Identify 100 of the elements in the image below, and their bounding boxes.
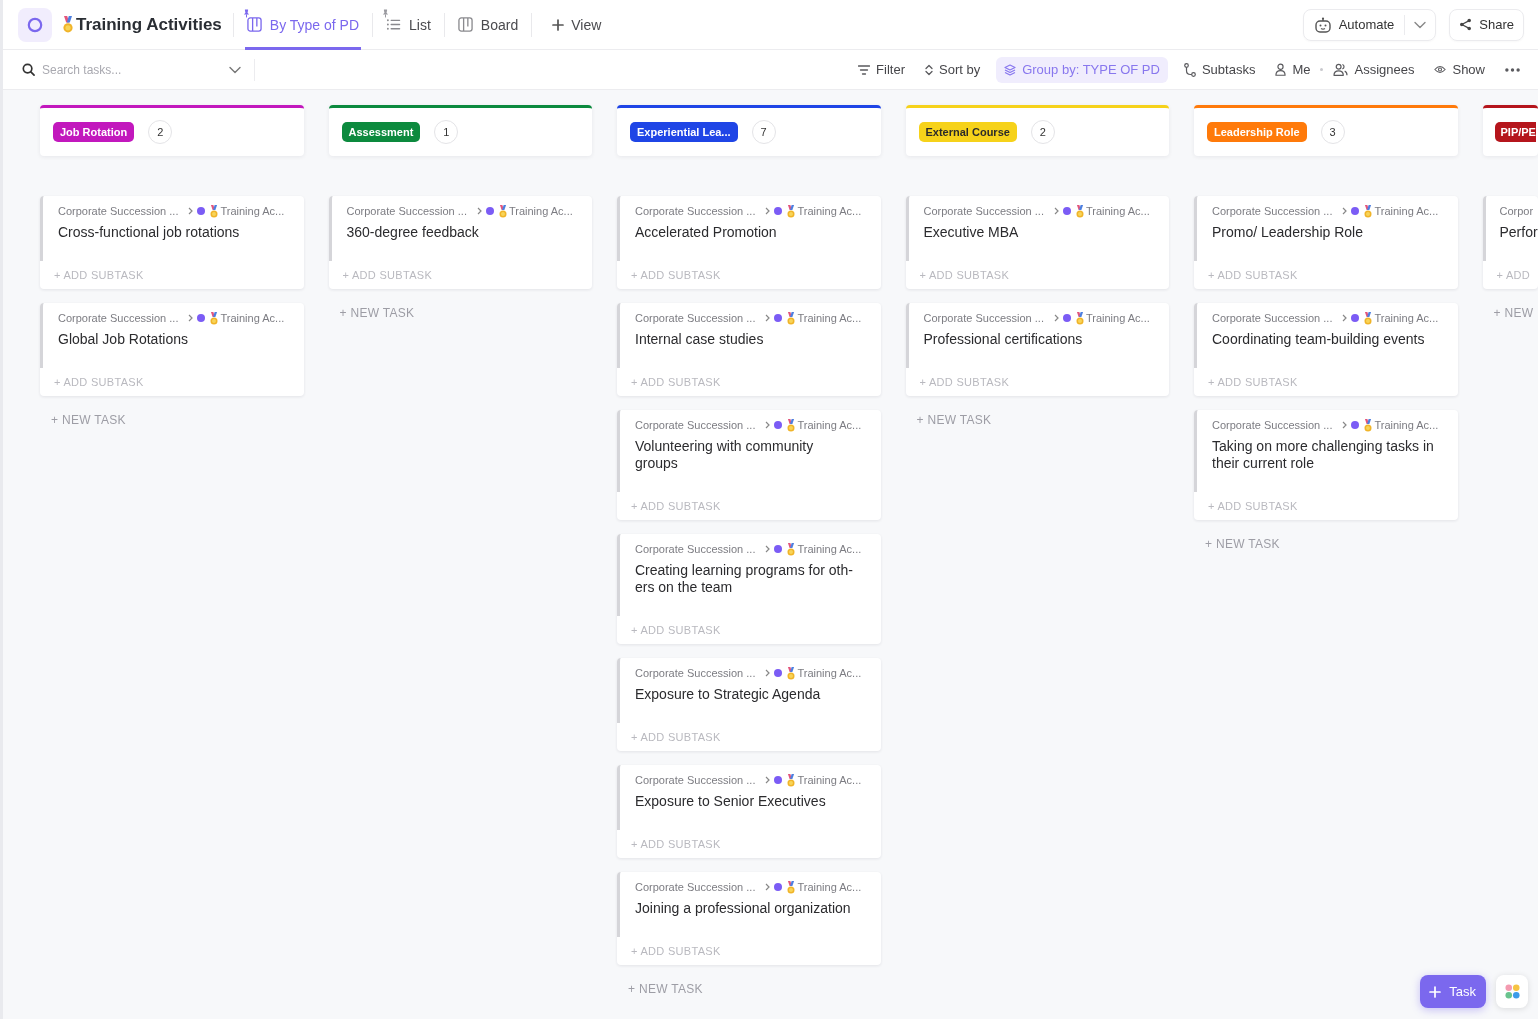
list-name: Training Ac...	[220, 205, 285, 217]
folder-path: Corporate Succession ...	[635, 419, 756, 431]
dot-icon	[774, 669, 783, 677]
task-card[interactable]: Corporate Succession ... Training Ac... Cross-functional job rotations + ADD SUBTASK	[40, 196, 304, 289]
task-card[interactable]: Corporate Succession ... Training Ac... Exposure to Senior Executives + ADD SUBTASK	[617, 765, 881, 858]
view-tab[interactable]: List	[384, 0, 433, 50]
list-name: Training Ac...	[797, 774, 862, 786]
assignees-button[interactable]: Assignees	[1329, 56, 1419, 83]
task-card[interactable]: Corporate Succession ... Training Ac... Global Job Rotations + ADD SUBTASK	[40, 303, 304, 396]
dot-icon	[774, 545, 783, 553]
folder-path: Corporate Succession ...	[635, 312, 756, 324]
medal-icon	[787, 311, 796, 325]
add-task-button[interactable]: Task	[1420, 975, 1486, 1008]
people-icon	[1333, 63, 1349, 76]
dot-icon	[1351, 421, 1360, 429]
list-name: Training Ac...	[1374, 205, 1439, 217]
subtasks-button[interactable]: Subtasks	[1179, 56, 1260, 83]
task-card[interactable]: Corporate Succession ... Training Ac... Volunteering with community groups + ADD SUBTASK	[617, 410, 881, 520]
task-title: Exposure to Senior Executives	[635, 793, 827, 810]
task-card[interactable]: Corporate Succession ... Training Ac... Accelerated Promotion + ADD SUBTASK	[617, 196, 881, 289]
share-icon	[1459, 18, 1473, 31]
task-card[interactable]: Corporate Succession ... Training Ac... 360-degree feedback + ADD SUBTASK	[328, 196, 592, 289]
share-button[interactable]: Share	[1449, 8, 1524, 41]
automate-button[interactable]: Automate	[1303, 9, 1405, 40]
dot-icon	[1351, 314, 1360, 322]
medal-icon	[787, 542, 796, 556]
folder-path: Corporate Succession ...	[635, 774, 756, 786]
task-card[interactable]: Corpor Perfor + ADD	[1482, 196, 1538, 289]
list-name: Training Ac...	[1085, 312, 1150, 324]
folder-path: Corporate Succession ...	[635, 205, 756, 217]
task-card[interactable]: Corporate Succession ... Training Ac... Professional certifications + ADD SUBTASK	[905, 303, 1169, 396]
status-tag: Assessment	[341, 122, 421, 142]
add-view-button[interactable]: View	[549, 12, 605, 37]
list-name: Training Ac...	[797, 312, 862, 324]
chevron-right-icon	[765, 207, 771, 215]
dot-icon	[1062, 207, 1071, 215]
folder-path: Corporate Succession ...	[1212, 205, 1333, 217]
task-title: Taking on more challenging tasks in their current role	[1212, 438, 1435, 472]
list-name: Training Ac...	[797, 419, 862, 431]
folder-path: Corporate Succession ...	[923, 205, 1044, 217]
folder-path: Corporate Succession ...	[923, 312, 1044, 324]
task-card[interactable]: Corporate Succession ... Training Ac... Taking on more challenging tasks in their current role + ADD SUBTASK	[1194, 410, 1458, 520]
dot-icon	[774, 421, 783, 429]
task-card[interactable]: Corporate Succession ... Training Ac... Coordinating team-building events + ADD SUBTASK	[1194, 303, 1458, 396]
view-tab[interactable]: Board	[455, 0, 521, 50]
robot-icon	[1313, 16, 1332, 33]
medal-icon	[787, 880, 796, 894]
chevron-right-icon	[765, 314, 771, 322]
medal-icon	[63, 16, 73, 33]
chevron-right-icon	[765, 421, 771, 429]
folder-path: Corporate Succession ...	[58, 205, 179, 217]
more-icon	[1505, 67, 1520, 72]
chevron-right-icon	[188, 314, 194, 322]
chevron-right-icon	[1342, 314, 1348, 322]
list-name: Training Ac...	[797, 543, 862, 555]
chevron-right-icon	[188, 207, 194, 215]
dot-icon	[485, 207, 494, 215]
chevron-right-icon	[1342, 207, 1348, 215]
list-name: Training Ac...	[797, 881, 862, 893]
filter-button[interactable]: Filter	[854, 56, 909, 83]
list-name: Training Ac...	[1374, 419, 1439, 431]
medal-icon	[210, 311, 219, 325]
task-card[interactable]: Corporate Succession ... Training Ac... Internal case studies + ADD SUBTASK	[617, 303, 881, 396]
list-name: Training Ac...	[1374, 312, 1439, 324]
status-tag: External Course	[918, 122, 1017, 142]
medal-icon	[787, 666, 796, 680]
task-title: Volunteering with community groups	[635, 438, 815, 472]
task-card[interactable]: Corporate Succession ... Training Ac... Executive MBA + ADD SUBTASK	[905, 196, 1169, 289]
folder-path: Corporate Succession ...	[635, 881, 756, 893]
status-tag: Leadership Role	[1207, 122, 1307, 142]
dot-icon	[1351, 207, 1360, 215]
chevron-right-icon	[1053, 314, 1059, 322]
folder-path: Corporate Succession ...	[1212, 312, 1333, 324]
dot-icon	[774, 776, 783, 784]
task-title: Internal case studies	[635, 331, 765, 348]
chevron-right-icon	[1053, 207, 1059, 215]
task-card[interactable]: Corporate Succession ... Training Ac... Promo/ Leadership Role + ADD SUBTASK	[1194, 196, 1458, 289]
chevron-right-icon	[765, 669, 771, 677]
list-name: Training Ac...	[508, 205, 573, 217]
list-icon	[386, 17, 402, 32]
task-title: Global Job Rotations	[58, 331, 189, 348]
dot-icon	[774, 314, 783, 322]
task-card[interactable]: Corporate Succession ... Training Ac... Creating learning programs for oth-ers on the team + ADD SUBTASK	[617, 534, 881, 644]
me-button[interactable]: Me	[1271, 56, 1315, 83]
task-title: Exposure to Strategic Agenda	[635, 686, 822, 703]
medal-icon	[787, 204, 796, 218]
show-button[interactable]: Show	[1430, 56, 1489, 83]
task-card[interactable]: Corporate Succession ... Training Ac... Joining a professional organization + ADD SUBTASK	[617, 872, 881, 965]
folder-path: Corporate Succession ...	[635, 543, 756, 555]
sort-button[interactable]: Sort by	[921, 56, 985, 83]
apps-button[interactable]	[1496, 975, 1528, 1008]
task-title: Professional certifications	[923, 331, 1084, 348]
task-card[interactable]: Corporate Succession ... Training Ac... Exposure to Strategic Agenda + ADD SUBTASK	[617, 658, 881, 751]
sort-icon	[925, 63, 933, 76]
medal-icon	[1364, 204, 1373, 218]
chevron-right-icon	[1342, 421, 1348, 429]
list-name: Training Ac...	[797, 667, 862, 679]
search-field[interactable]: Search tasks...	[42, 60, 212, 79]
plus-icon	[552, 18, 565, 31]
status-tag: Experiential Lea...	[630, 122, 738, 142]
